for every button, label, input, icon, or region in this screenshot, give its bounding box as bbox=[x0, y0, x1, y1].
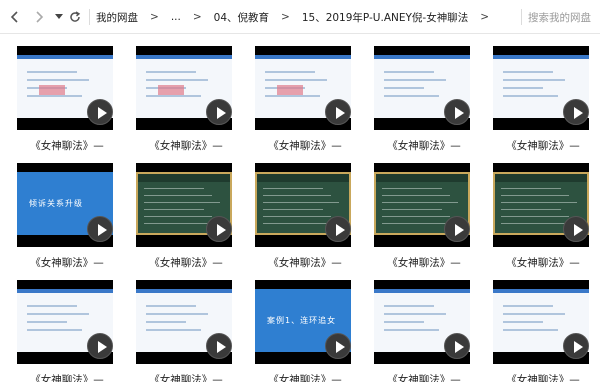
play-icon[interactable] bbox=[563, 99, 589, 125]
play-icon[interactable] bbox=[87, 333, 113, 359]
video-thumbnail[interactable] bbox=[255, 46, 351, 130]
toolbar-divider bbox=[521, 9, 522, 25]
play-icon[interactable] bbox=[325, 333, 351, 359]
file-name[interactable]: 《女神聊法》— bbox=[255, 138, 355, 153]
file-name[interactable]: 《女神聊法》— bbox=[493, 372, 593, 382]
file-name[interactable]: 《女神聊法》— bbox=[136, 372, 236, 382]
video-thumbnail[interactable] bbox=[136, 163, 232, 247]
play-icon[interactable] bbox=[325, 99, 351, 125]
file-name[interactable]: 《女神聊法》— bbox=[493, 255, 593, 270]
play-icon[interactable] bbox=[206, 216, 232, 242]
play-icon[interactable] bbox=[563, 216, 589, 242]
play-icon[interactable] bbox=[444, 99, 470, 125]
video-thumbnail[interactable] bbox=[374, 46, 470, 130]
file-name[interactable]: 《女神聊法》— bbox=[17, 372, 117, 382]
chevron-right-icon bbox=[36, 11, 44, 23]
back-button[interactable] bbox=[6, 7, 24, 27]
video-thumbnail[interactable] bbox=[493, 46, 589, 130]
video-thumbnail[interactable] bbox=[493, 280, 589, 364]
file-grid: 《女神聊法》— 《女神聊法》— 《女神聊法》— 《女神聊法》— 《女神聊法》— 倾诉关系升… bbox=[0, 34, 600, 382]
file-name[interactable]: 《女神聊法》— bbox=[17, 255, 117, 270]
slide-title: 倾诉关系升级 bbox=[29, 199, 83, 208]
toolbar: 我的网盘 > ... > 04、倪教育 > 15、2019年P-U.ANEY倪-… bbox=[0, 0, 600, 34]
play-icon[interactable] bbox=[87, 216, 113, 242]
file-name[interactable]: 《女神聊法》— bbox=[136, 138, 236, 153]
play-icon[interactable] bbox=[444, 333, 470, 359]
video-thumbnail[interactable] bbox=[17, 280, 113, 364]
refresh-button[interactable] bbox=[66, 7, 84, 27]
file-name[interactable]: 《女神聊法》— bbox=[136, 255, 236, 270]
play-icon[interactable] bbox=[87, 99, 113, 125]
video-thumbnail[interactable] bbox=[136, 280, 232, 364]
breadcrumb: 我的网盘 > ... > 04、倪教育 > 15、2019年P-U.ANEY倪-… bbox=[96, 0, 501, 34]
refresh-icon bbox=[70, 11, 81, 22]
chevron-right-icon: > bbox=[281, 11, 290, 23]
video-thumbnail[interactable] bbox=[136, 46, 232, 130]
file-name[interactable]: 《女神聊法》— bbox=[374, 372, 474, 382]
play-icon[interactable] bbox=[325, 216, 351, 242]
play-icon[interactable] bbox=[206, 333, 232, 359]
file-name[interactable]: 《女神聊法》— bbox=[255, 372, 355, 382]
search-input[interactable]: 搜索我的网盘 bbox=[528, 0, 600, 34]
breadcrumb-item-current[interactable]: 15、2019年P-U.ANEY倪-女神聊法 bbox=[302, 10, 468, 25]
play-icon[interactable] bbox=[444, 216, 470, 242]
file-name[interactable]: 《女神聊法》— bbox=[374, 255, 474, 270]
video-thumbnail[interactable] bbox=[255, 163, 351, 247]
play-icon[interactable] bbox=[563, 333, 589, 359]
caret-down-icon bbox=[55, 14, 63, 19]
breadcrumb-item-root[interactable]: 我的网盘 bbox=[96, 10, 138, 25]
chevron-right-icon: > bbox=[192, 11, 202, 23]
chevron-left-icon bbox=[10, 11, 18, 23]
forward-button[interactable] bbox=[30, 7, 48, 27]
video-thumbnail[interactable] bbox=[17, 46, 113, 130]
chevron-right-icon: > bbox=[150, 11, 159, 23]
play-icon[interactable] bbox=[206, 99, 232, 125]
chevron-right-icon[interactable]: > bbox=[480, 11, 489, 23]
slide-title: 案例1、连环追女 bbox=[267, 316, 337, 325]
video-thumbnail[interactable] bbox=[374, 163, 470, 247]
video-thumbnail[interactable]: 倾诉关系升级 bbox=[17, 163, 113, 247]
video-thumbnail[interactable]: 案例1、连环追女 bbox=[255, 280, 351, 364]
breadcrumb-item-ellipsis[interactable]: ... bbox=[171, 11, 181, 23]
file-name[interactable]: 《女神聊法》— bbox=[255, 255, 355, 270]
video-thumbnail[interactable] bbox=[374, 280, 470, 364]
breadcrumb-item-folder[interactable]: 04、倪教育 bbox=[214, 10, 269, 25]
file-name[interactable]: 《女神聊法》— bbox=[493, 138, 593, 153]
file-name[interactable]: 《女神聊法》— bbox=[17, 138, 117, 153]
file-name[interactable]: 《女神聊法》— bbox=[374, 138, 474, 153]
video-thumbnail[interactable] bbox=[493, 163, 589, 247]
toolbar-divider bbox=[89, 9, 90, 25]
